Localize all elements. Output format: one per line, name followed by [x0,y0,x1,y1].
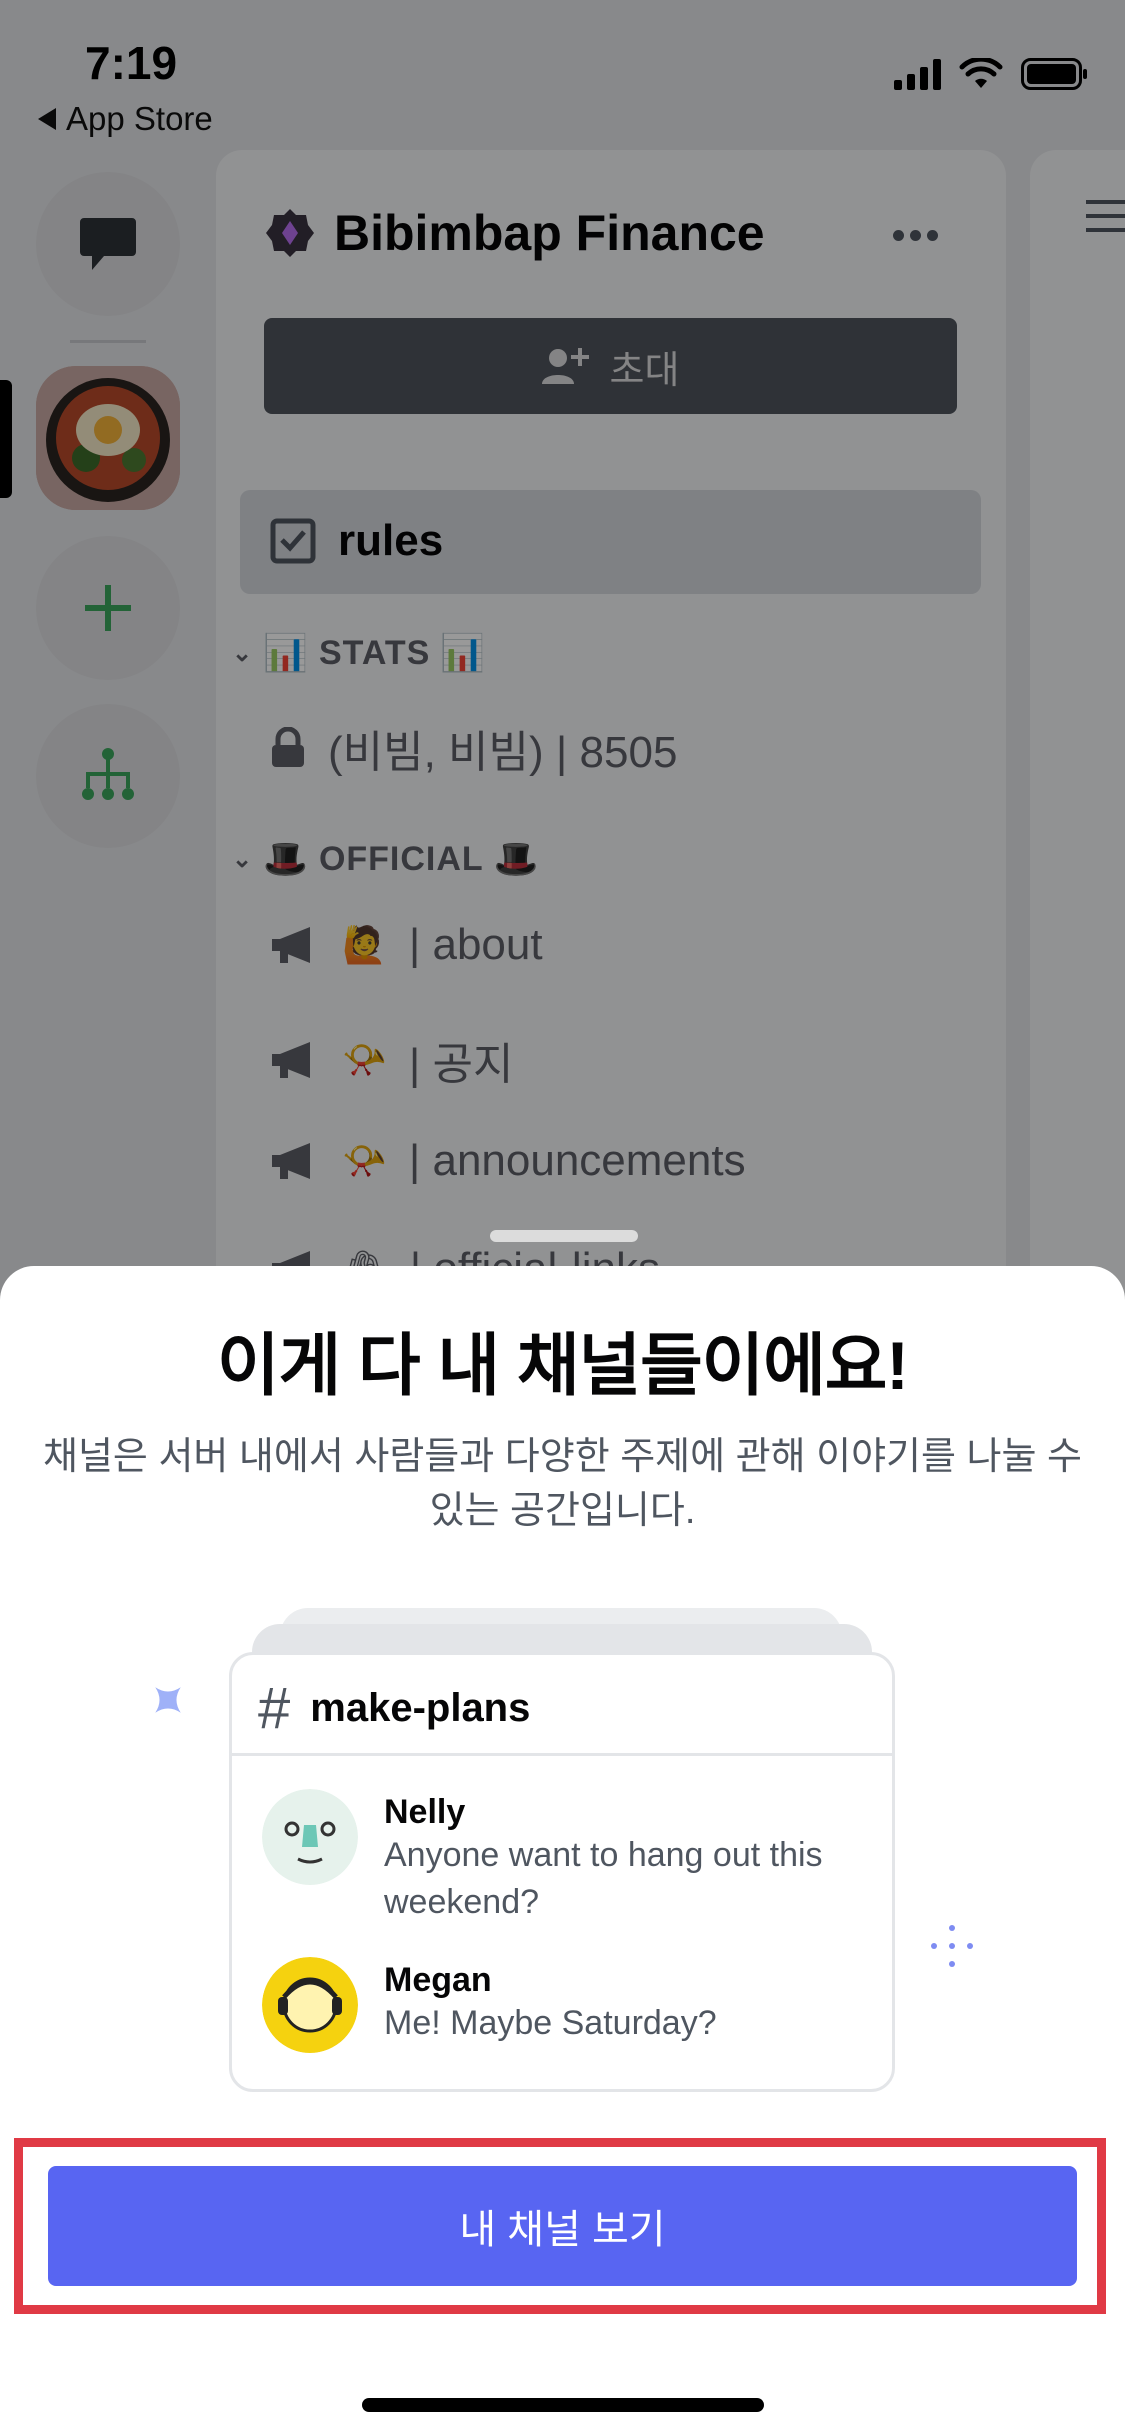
hashtag-icon: # [258,1676,291,1741]
sparkle-star-icon [155,1687,181,1713]
message-megan: Megan Me! Maybe Saturday? [262,1957,717,2053]
message-nelly: Nelly Anyone want to hang out this weeke… [262,1789,854,1926]
card-channel-header: # make-plans [258,1675,530,1742]
message-text: Anyone want to hang out this weekend? [384,1836,823,1921]
view-my-channels-button[interactable]: 내 채널 보기 [48,2166,1077,2286]
card-divider [232,1753,892,1756]
avatar-megan [262,1957,358,2053]
example-channel-card: # make-plans Nelly Anyone want to hang o… [229,1652,895,2092]
message-author: Nelly [384,1793,466,1831]
sparkle-dots-icon [931,1925,973,1967]
sheet-description: 채널은 서버 내에서 사람들과 다양한 주제에 관해 이야기를 나눌 수 있는 … [43,1436,1082,1532]
sheet-title: 이게 다 내 채널들이에요! [217,1328,909,1404]
message-text: Me! Maybe Saturday? [384,2004,717,2042]
sheet-grabber[interactable] [490,1230,638,1242]
message-author: Megan [384,1961,492,1999]
avatar-nelly [262,1789,358,1885]
card-channel-name: make-plans [310,1686,531,1730]
home-indicator[interactable] [362,2398,764,2412]
